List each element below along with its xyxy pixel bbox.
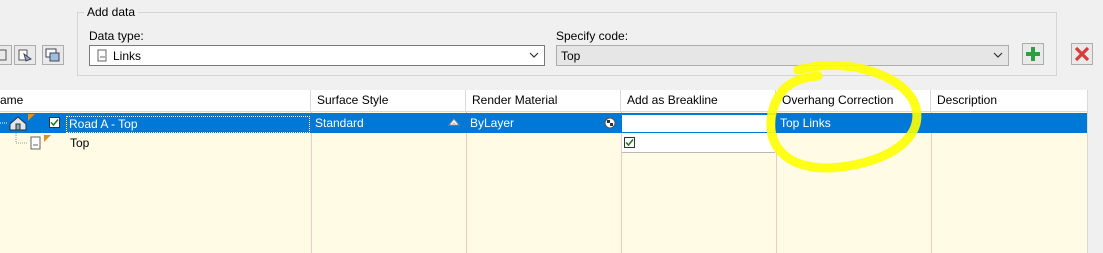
tool-button-2[interactable] xyxy=(14,45,36,65)
flag-icon xyxy=(28,114,35,121)
remove-icon xyxy=(1074,46,1090,62)
highlight-annotation xyxy=(766,60,922,173)
tool-button-3[interactable] xyxy=(42,45,64,65)
surface-icon xyxy=(9,116,27,131)
column-divider xyxy=(311,112,312,253)
ellipsis-button-icon[interactable] xyxy=(448,117,460,129)
flag-icon xyxy=(44,135,51,142)
add-as-breakline-checkbox[interactable] xyxy=(624,137,635,148)
column-header-description[interactable]: Description xyxy=(931,90,1088,111)
tool-button-1[interactable] xyxy=(0,45,12,65)
breakline-cell[interactable] xyxy=(622,115,775,132)
tool-icon-3 xyxy=(45,48,60,62)
chevron-down-icon xyxy=(993,52,1003,58)
checkbox-icon xyxy=(50,119,59,127)
specify-code-value: Top xyxy=(561,49,581,63)
data-type-value: Links xyxy=(113,49,142,63)
tree-expander-icon xyxy=(0,122,7,124)
column-header-render-material[interactable]: Render Material xyxy=(466,90,621,111)
chevron-down-icon xyxy=(529,52,539,58)
data-type-label: Data type: xyxy=(89,29,144,43)
column-header-add-as-breakline[interactable]: Add as Breakline xyxy=(621,90,776,111)
link-icon xyxy=(30,136,41,150)
remove-button[interactable] xyxy=(1071,43,1093,65)
add-button[interactable] xyxy=(1022,43,1044,65)
tree-line-icon xyxy=(15,133,28,144)
row-checkbox[interactable] xyxy=(49,117,60,128)
specify-code-label: Specify code: xyxy=(556,29,629,43)
column-divider xyxy=(466,112,467,253)
add-icon xyxy=(1026,47,1040,61)
add-data-group-title: Add data xyxy=(84,5,139,19)
checkbox-icon xyxy=(625,139,634,147)
row-name: Top xyxy=(70,136,90,150)
tool-icon-1 xyxy=(0,49,7,61)
column-header-name[interactable]: ame xyxy=(0,90,311,111)
row-name: Road A - Top xyxy=(66,116,310,133)
links-icon xyxy=(97,49,107,62)
breakline-cell[interactable] xyxy=(622,134,775,153)
render-material-value: ByLayer xyxy=(470,116,515,130)
grid-right-edge xyxy=(1087,90,1103,253)
column-header-surface-style[interactable]: Surface Style xyxy=(311,90,466,111)
surface-style-value: Standard xyxy=(315,116,364,130)
tool-icon-2 xyxy=(18,49,33,62)
data-type-dropdown[interactable]: Links xyxy=(89,45,545,66)
material-button-icon[interactable] xyxy=(604,117,616,129)
